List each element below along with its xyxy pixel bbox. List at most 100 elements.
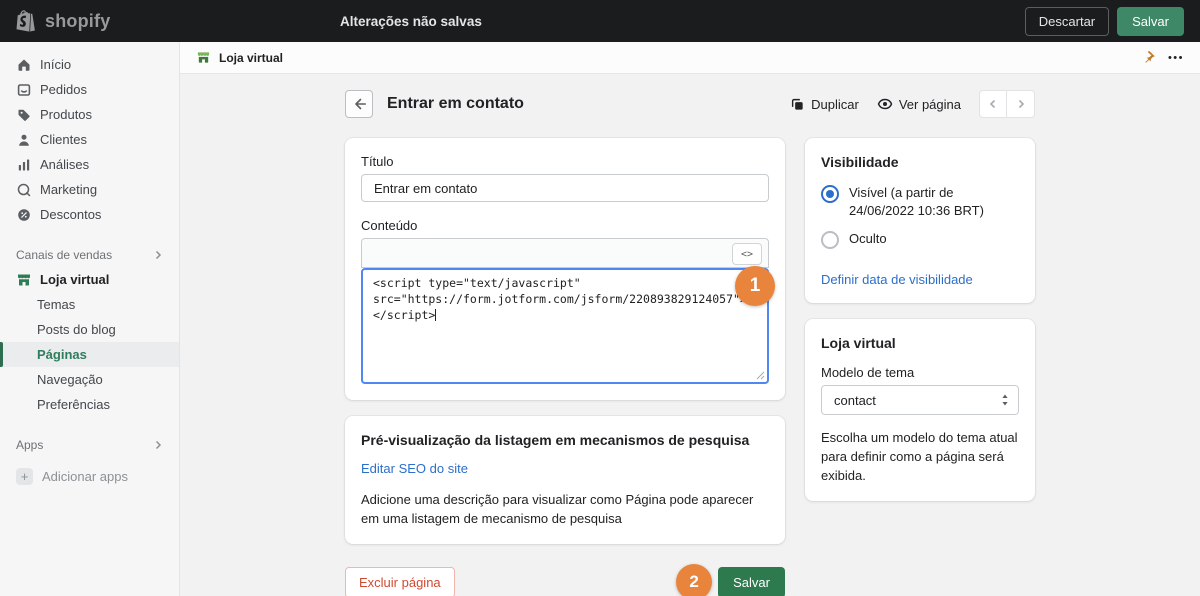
unsaved-changes-status: Alterações não salvas — [340, 0, 482, 42]
duplicate-icon — [790, 97, 805, 112]
discard-button[interactable]: Descartar — [1025, 7, 1109, 36]
sidebar-item-analises[interactable]: Análises — [0, 152, 179, 177]
seo-card-heading: Pré-visualização da listagem em mecanism… — [361, 432, 769, 448]
chevron-right-icon — [1016, 99, 1026, 109]
visibility-card: Visibilidade Visível (a partir de 24/06/… — [805, 138, 1035, 303]
seo-description: Adicione uma descrição para visualizar c… — [361, 490, 769, 528]
analytics-icon — [16, 157, 32, 173]
rich-text-toolbar: <> — [361, 238, 769, 268]
add-apps-label: Adicionar apps — [42, 469, 128, 484]
sidebar-subitem-label: Temas — [37, 297, 75, 312]
sidebar-item-temas[interactable]: Temas — [0, 292, 179, 317]
theme-template-label: Modelo de tema — [821, 365, 1019, 380]
edit-seo-link[interactable]: Editar SEO do site — [361, 461, 468, 476]
pin-icon[interactable] — [1143, 51, 1156, 65]
arrow-left-icon — [352, 97, 366, 111]
next-page-button[interactable] — [1007, 90, 1035, 118]
duplicate-label: Duplicar — [811, 97, 859, 112]
page-details-card: Título Conteúdo <> <script type="text/ja… — [345, 138, 785, 400]
chevron-right-icon — [153, 440, 163, 450]
title-label: Título — [361, 154, 769, 169]
set-visibility-date-link[interactable]: Definir data de visibilidade — [821, 272, 973, 287]
sidebar-item-produtos[interactable]: Produtos — [0, 102, 179, 127]
sidebar-item-loja-virtual[interactable]: Loja virtual — [0, 267, 179, 292]
theme-template-value: contact — [834, 393, 1000, 408]
pagination-group — [979, 90, 1035, 118]
sidebar-item-label: Clientes — [40, 132, 87, 147]
online-store-heading: Loja virtual — [821, 335, 1019, 351]
sidebar-item-paginas[interactable]: Páginas — [0, 342, 179, 367]
sidebar-subitem-label: Navegação — [37, 372, 103, 387]
sidebar-item-clientes[interactable]: Clientes — [0, 127, 179, 152]
theme-template-help: Escolha um modelo do tema atual para def… — [821, 428, 1019, 485]
sidebar-section-apps[interactable]: Apps — [0, 433, 179, 457]
code-line: src="https://form.jotform.com/jsform/220… — [373, 292, 747, 322]
shopify-logo[interactable]: shopify — [16, 9, 110, 33]
add-apps-button[interactable]: + Adicionar apps — [0, 463, 179, 489]
title-input[interactable] — [361, 174, 769, 202]
content-label: Conteúdo — [361, 218, 769, 233]
sidebar-item-label: Início — [40, 57, 71, 72]
chevron-left-icon — [988, 99, 998, 109]
sidebar-section-sales-channels[interactable]: Canais de vendas — [0, 243, 179, 267]
sidebar-item-label: Pedidos — [40, 82, 87, 97]
sidebar-item-descontos[interactable]: Descontos — [0, 202, 179, 227]
code-line: <script type="text/javascript" — [373, 276, 581, 290]
home-icon — [16, 57, 32, 73]
sidebar-item-pedidos[interactable]: Pedidos — [0, 77, 179, 102]
page-title: Entrar em contato — [387, 95, 524, 113]
online-store-icon — [196, 50, 211, 65]
sidebar-subitem-label: Preferências — [37, 397, 110, 412]
channel-breadcrumb: Loja virtual — [219, 51, 283, 65]
visibility-option-hidden[interactable]: Oculto — [821, 230, 1019, 249]
products-tag-icon — [16, 107, 32, 123]
visibility-heading: Visibilidade — [821, 154, 1019, 170]
content-code-textarea[interactable]: <script type="text/javascript" src="http… — [361, 268, 769, 384]
chevron-right-icon — [153, 250, 163, 260]
sidebar-item-navegacao[interactable]: Navegação — [0, 367, 179, 392]
sidebar-subitem-label: Posts do blog — [37, 322, 116, 337]
seo-preview-card: Pré-visualização da listagem em mecanism… — [345, 416, 785, 544]
sidebar-item-label: Marketing — [40, 182, 97, 197]
save-button-footer[interactable]: Salvar — [718, 567, 785, 596]
resize-handle-icon[interactable] — [756, 371, 765, 380]
online-store-card: Loja virtual Modelo de tema contact Esco… — [805, 319, 1035, 501]
visibility-option-visible[interactable]: Visível (a partir de 24/06/2022 10:36 BR… — [821, 184, 1019, 220]
topbar: shopify Alterações não salvas Descartar … — [0, 0, 1200, 42]
shopify-bag-icon — [16, 9, 38, 33]
hidden-option-label: Oculto — [849, 230, 887, 249]
sidebar-item-label: Análises — [40, 157, 89, 172]
select-arrows-icon — [1000, 393, 1010, 407]
sidebar-subitem-label: Páginas — [37, 347, 87, 362]
shopify-wordmark: shopify — [45, 11, 110, 32]
sidebar-item-inicio[interactable]: Início — [0, 52, 179, 77]
overflow-menu-icon[interactable]: ••• — [1168, 52, 1184, 64]
radio-unselected-icon — [821, 231, 839, 249]
save-button-topbar[interactable]: Salvar — [1117, 7, 1184, 36]
sidebar-item-label: Produtos — [40, 107, 92, 122]
duplicate-button[interactable]: Duplicar — [790, 97, 859, 112]
online-store-icon — [16, 272, 32, 288]
back-button[interactable] — [345, 90, 373, 118]
annotation-step-2: 2 — [676, 564, 712, 596]
context-bar: Loja virtual ••• — [180, 42, 1200, 74]
radio-selected-icon — [821, 185, 839, 203]
sidebar: Início Pedidos Produtos Clientes Análise… — [0, 42, 180, 596]
apps-header: Apps — [16, 438, 43, 452]
sidebar-item-marketing[interactable]: Marketing — [0, 177, 179, 202]
sidebar-item-label: Descontos — [40, 207, 101, 222]
discounts-icon — [16, 207, 32, 223]
view-page-button[interactable]: Ver página — [877, 96, 961, 112]
view-page-label: Ver página — [899, 97, 961, 112]
annotation-step-1: 1 — [735, 266, 775, 306]
sidebar-item-posts-do-blog[interactable]: Posts do blog — [0, 317, 179, 342]
previous-page-button[interactable] — [979, 90, 1007, 118]
sales-channels-header: Canais de vendas — [16, 248, 112, 262]
customers-icon — [16, 132, 32, 148]
sidebar-item-preferencias[interactable]: Preferências — [0, 392, 179, 417]
theme-template-select[interactable]: contact — [821, 385, 1019, 415]
show-html-button[interactable]: <> — [732, 243, 762, 265]
page-content: Entrar em contato Duplicar Ver página — [180, 74, 1200, 596]
delete-page-button[interactable]: Excluir página — [345, 567, 455, 596]
text-cursor — [435, 309, 436, 321]
